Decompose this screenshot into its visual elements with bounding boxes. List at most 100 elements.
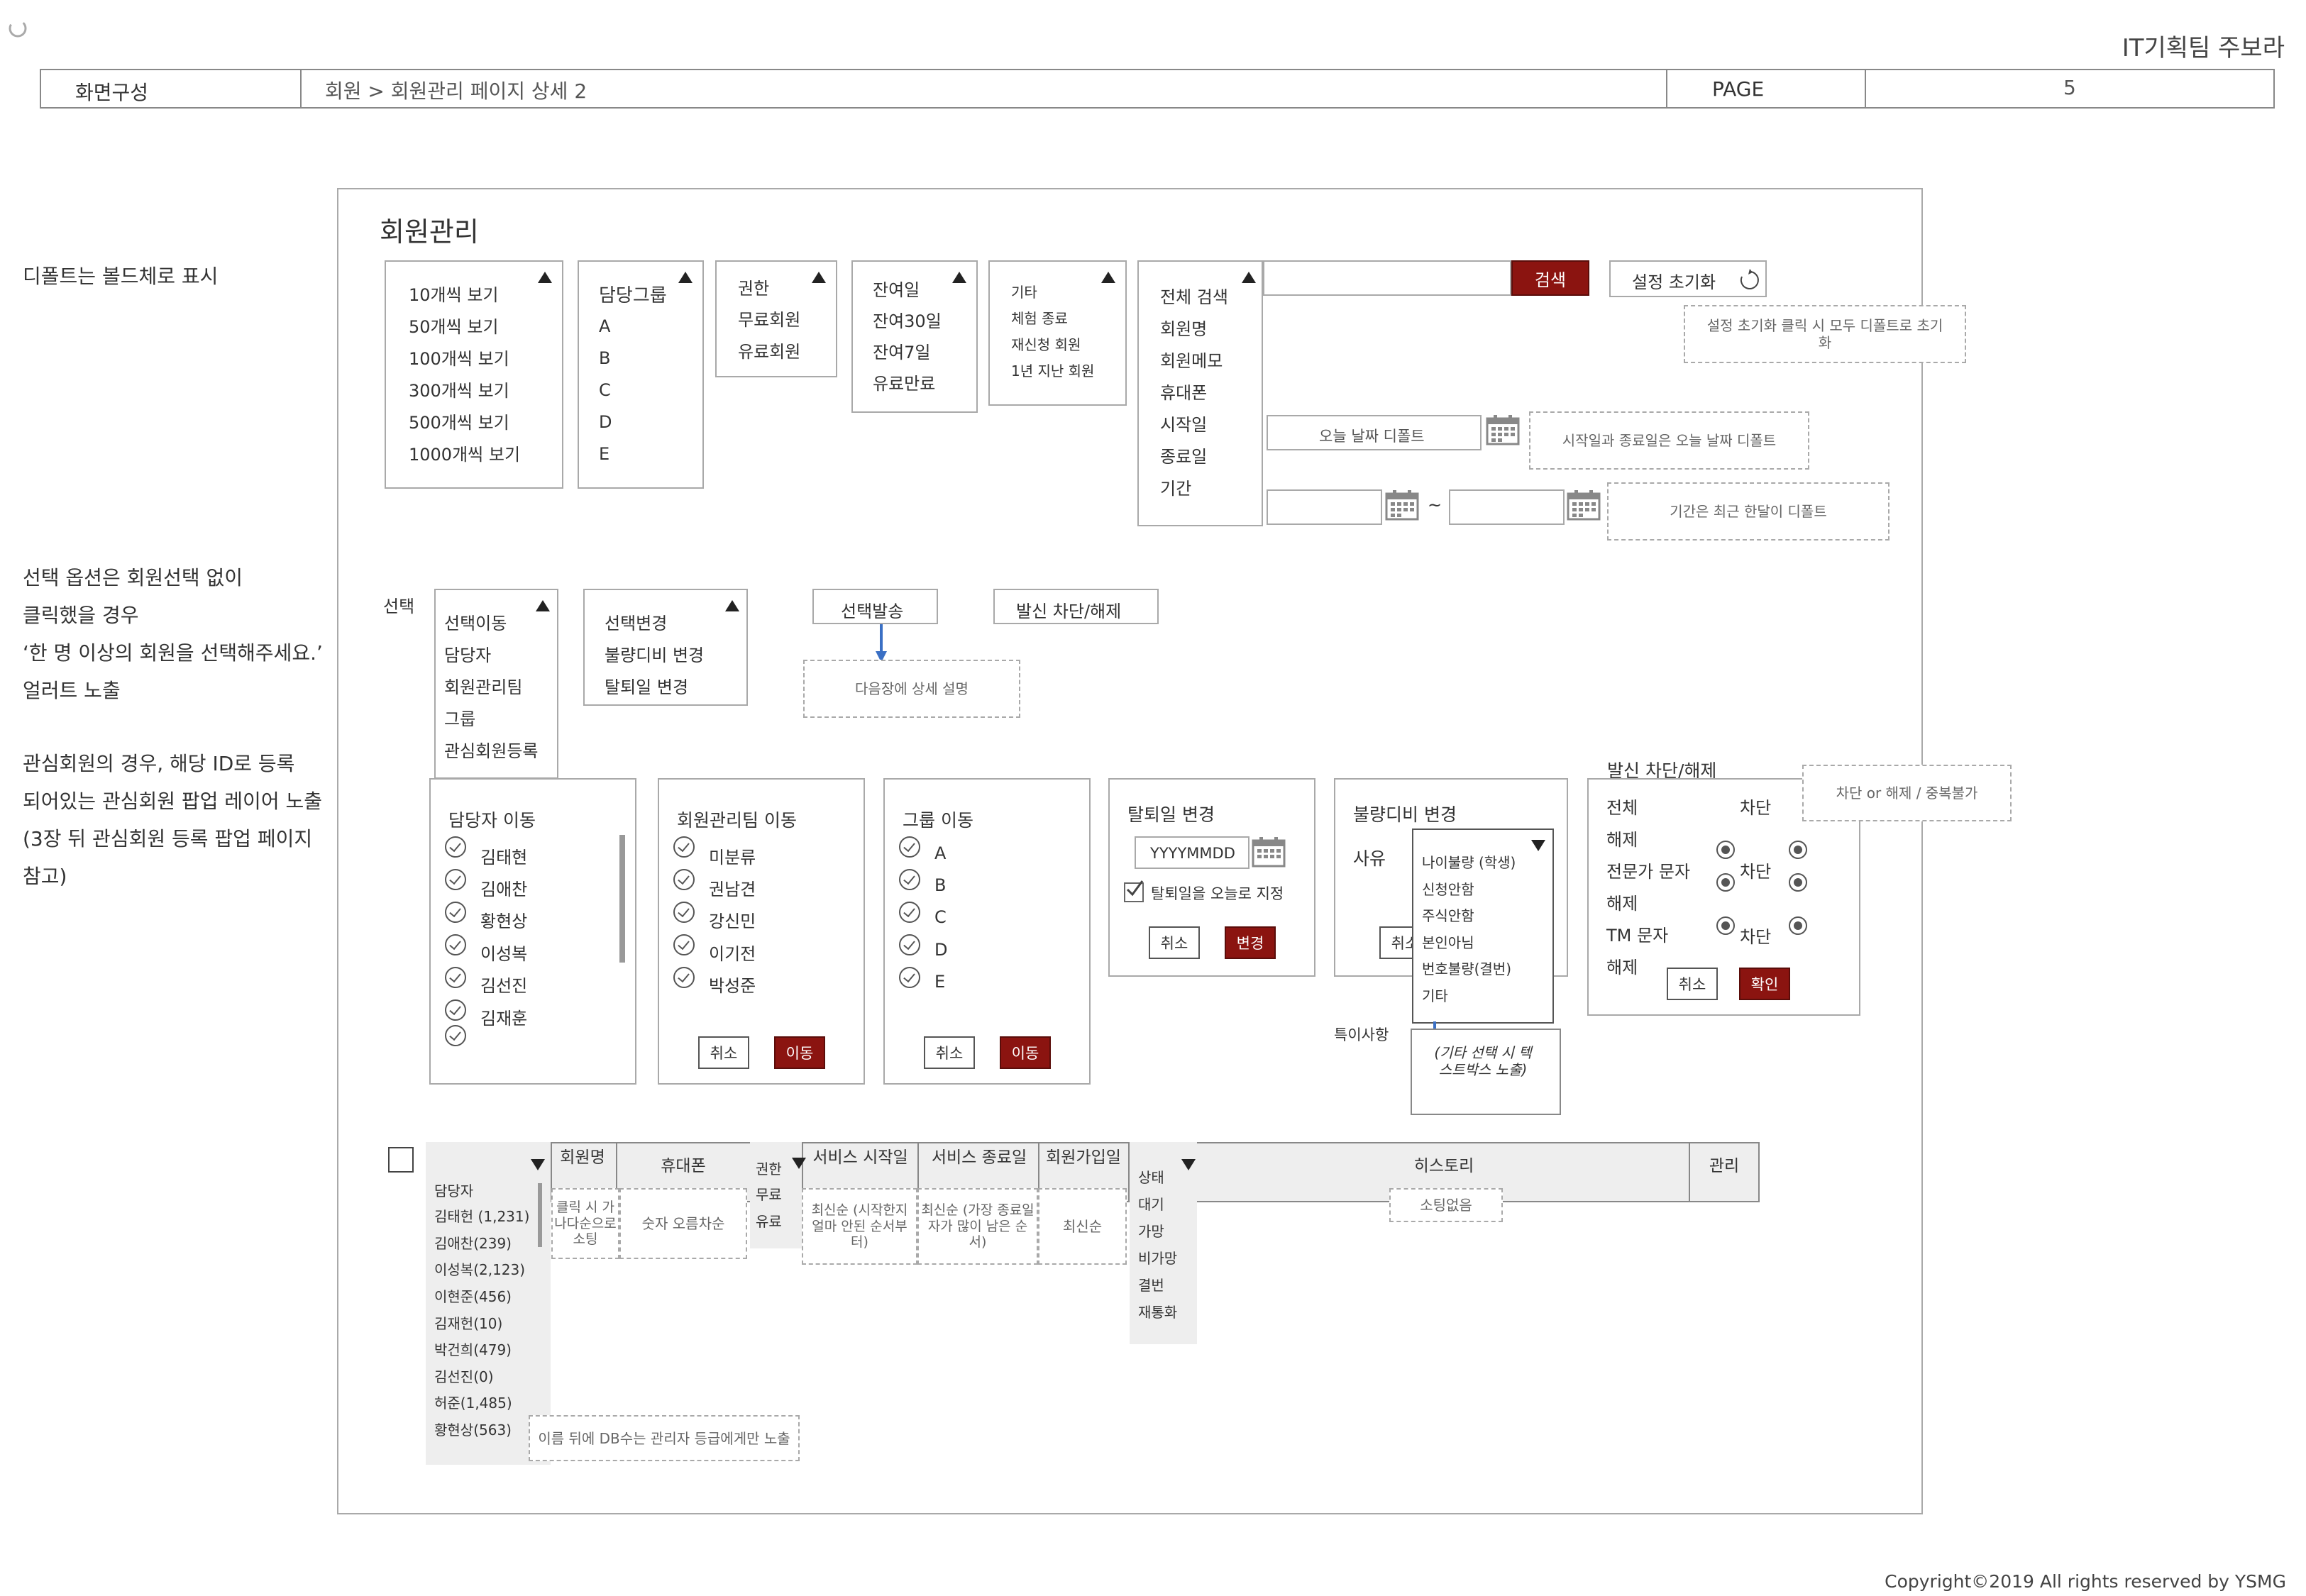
select-change-menu[interactable]: 선택변경 불량디비 변경 탈퇴일 변경: [583, 589, 748, 706]
search-type-select[interactable]: 전체 검색 회원명 회원메모 휴대폰 시작일 종료일 기간: [1137, 260, 1263, 526]
column-header-manage[interactable]: 관리: [1690, 1158, 1758, 1175]
remaining-option[interactable]: 유료만료: [873, 370, 935, 394]
manager-option[interactable]: 김선진(0): [434, 1365, 494, 1386]
radio-button[interactable]: [1716, 916, 1735, 935]
move-button[interactable]: 이동: [1000, 1036, 1051, 1069]
radio-button[interactable]: [1789, 841, 1807, 859]
etc-option[interactable]: 1년 지난 회원: [1011, 360, 1094, 380]
group-option[interactable]: D: [599, 412, 612, 432]
check-icon[interactable]: [673, 869, 695, 890]
group-option[interactable]: 담당그룹: [599, 281, 667, 307]
search-input[interactable]: [1263, 260, 1511, 296]
check-icon[interactable]: [445, 902, 466, 923]
change-button[interactable]: 변경: [1225, 926, 1276, 959]
check-icon[interactable]: [673, 836, 695, 858]
reason-option[interactable]: 본인아님: [1422, 931, 1474, 952]
remaining-option[interactable]: 잔여일: [873, 276, 920, 301]
start-date-input[interactable]: [1267, 489, 1382, 525]
radio-button[interactable]: [1716, 873, 1735, 892]
scrollbar[interactable]: [538, 1183, 542, 1247]
status-option[interactable]: 대기: [1138, 1193, 1164, 1214]
view-option[interactable]: 50개씩 보기: [409, 313, 499, 338]
search-type-option[interactable]: 종료일: [1160, 443, 1207, 467]
view-option[interactable]: 300개씩 보기: [409, 377, 509, 401]
reason-option[interactable]: 신청안함: [1422, 878, 1474, 899]
reason-option[interactable]: 번호불량(결번): [1422, 958, 1511, 978]
reason-option[interactable]: 나이불량 (학생): [1422, 851, 1516, 872]
move-option[interactable]: 회원관리팀: [444, 673, 522, 698]
confirm-button[interactable]: 확인: [1739, 968, 1790, 1000]
move-option[interactable]: 그룹: [444, 705, 475, 730]
bad-db-reason-select[interactable]: 나이불량 (학생) 신청안함 주식안함 본인아님 번호불량(결번) 기타: [1412, 829, 1554, 1024]
group-option[interactable]: B: [599, 348, 610, 368]
reason-option[interactable]: 주식안함: [1422, 904, 1474, 925]
auth-select[interactable]: 권한 무료회원 유료회원: [715, 260, 837, 377]
remaining-option[interactable]: 잔여7일: [873, 338, 931, 363]
check-icon[interactable]: [445, 999, 466, 1021]
today-date-input[interactable]: 오늘 날짜 디폴트: [1267, 415, 1482, 450]
select-move-menu[interactable]: 선택이동 담당자 회원관리팀 그룹 관심회원등록: [434, 589, 558, 779]
end-date-input[interactable]: [1449, 489, 1565, 525]
column-header-name[interactable]: 회원명: [558, 1149, 607, 1166]
group-select[interactable]: 담당그룹 A B C D E: [578, 260, 704, 489]
column-header-start[interactable]: 서비스 시작일: [805, 1149, 915, 1166]
check-icon[interactable]: [445, 967, 466, 988]
manager-option[interactable]: 박건희(479): [434, 1339, 512, 1359]
select-send-button[interactable]: 선택발송: [812, 589, 938, 624]
move-option[interactable]: 선택이동: [444, 609, 507, 634]
view-option[interactable]: 1000개씩 보기: [409, 440, 520, 465]
manager-option[interactable]: 황현상(563): [434, 1419, 512, 1439]
remaining-option[interactable]: 잔여30일: [873, 307, 942, 332]
cancel-button[interactable]: 취소: [1149, 926, 1200, 959]
auth-column-select[interactable]: 권한 무료 유료: [750, 1142, 806, 1248]
check-icon[interactable]: [445, 934, 466, 955]
manager-option[interactable]: 이성복(2,123): [434, 1258, 525, 1279]
change-option[interactable]: 불량디비 변경: [605, 641, 704, 666]
checkbox[interactable]: [1124, 880, 1144, 902]
calendar-icon[interactable]: [1385, 489, 1419, 521]
column-header-phone[interactable]: 휴대폰: [617, 1158, 749, 1175]
search-type-option[interactable]: 회원명: [1160, 315, 1207, 340]
search-type-option[interactable]: 휴대폰: [1160, 379, 1207, 404]
manager-option[interactable]: 이현준(456): [434, 1285, 512, 1306]
view-option[interactable]: 10개씩 보기: [409, 281, 499, 306]
auth-option[interactable]: 무료: [756, 1183, 782, 1204]
move-button[interactable]: 이동: [774, 1036, 825, 1069]
move-option[interactable]: 관심회원등록: [444, 737, 538, 762]
check-icon[interactable]: [899, 836, 920, 858]
auth-option[interactable]: 무료회원: [738, 306, 800, 331]
search-button[interactable]: 검색: [1511, 260, 1589, 296]
reason-option[interactable]: 기타: [1422, 985, 1448, 1005]
calendar-icon[interactable]: [1486, 414, 1520, 445]
search-type-option[interactable]: 기간: [1160, 475, 1191, 499]
search-type-option[interactable]: 회원메모: [1160, 347, 1223, 372]
column-header-join[interactable]: 회원가입일: [1041, 1149, 1126, 1166]
move-option[interactable]: 담당자: [444, 641, 491, 666]
calendar-icon[interactable]: [1252, 836, 1286, 868]
check-icon[interactable]: [445, 1025, 466, 1046]
calendar-icon[interactable]: [1567, 489, 1601, 521]
status-option[interactable]: 비가망: [1138, 1247, 1177, 1268]
view-option[interactable]: 100개씩 보기: [409, 345, 509, 370]
special-textarea[interactable]: (기타 선택 시 텍스트박스 노출): [1411, 1029, 1561, 1115]
etc-option[interactable]: 재신청 회원: [1011, 333, 1081, 354]
check-icon[interactable]: [899, 934, 920, 955]
search-type-option[interactable]: 전체 검색: [1160, 283, 1228, 308]
scrollbar[interactable]: [619, 835, 625, 963]
auth-option[interactable]: 유료회원: [738, 338, 800, 362]
view-count-select[interactable]: 10개씩 보기 50개씩 보기 100개씩 보기 300개씩 보기 500개씩 …: [385, 260, 563, 489]
check-icon[interactable]: [899, 869, 920, 890]
check-icon[interactable]: [673, 902, 695, 923]
manager-option[interactable]: 김재헌(10): [434, 1312, 502, 1333]
column-header-end[interactable]: 서비스 종료일: [922, 1149, 1036, 1166]
check-icon[interactable]: [445, 869, 466, 890]
status-column-select[interactable]: 상태 대기 가망 비가망 결번 재통화: [1130, 1142, 1197, 1344]
radio-button[interactable]: [1789, 873, 1807, 892]
select-all-checkbox[interactable]: [388, 1147, 414, 1173]
radio-button[interactable]: [1716, 841, 1735, 859]
withdraw-date-input[interactable]: YYYYMMDD: [1135, 836, 1249, 869]
etc-option[interactable]: 체험 종료: [1011, 307, 1068, 328]
auth-option[interactable]: 권한: [738, 275, 769, 299]
status-option[interactable]: 가망: [1138, 1220, 1164, 1241]
reset-button[interactable]: 설정 초기화: [1609, 260, 1767, 297]
